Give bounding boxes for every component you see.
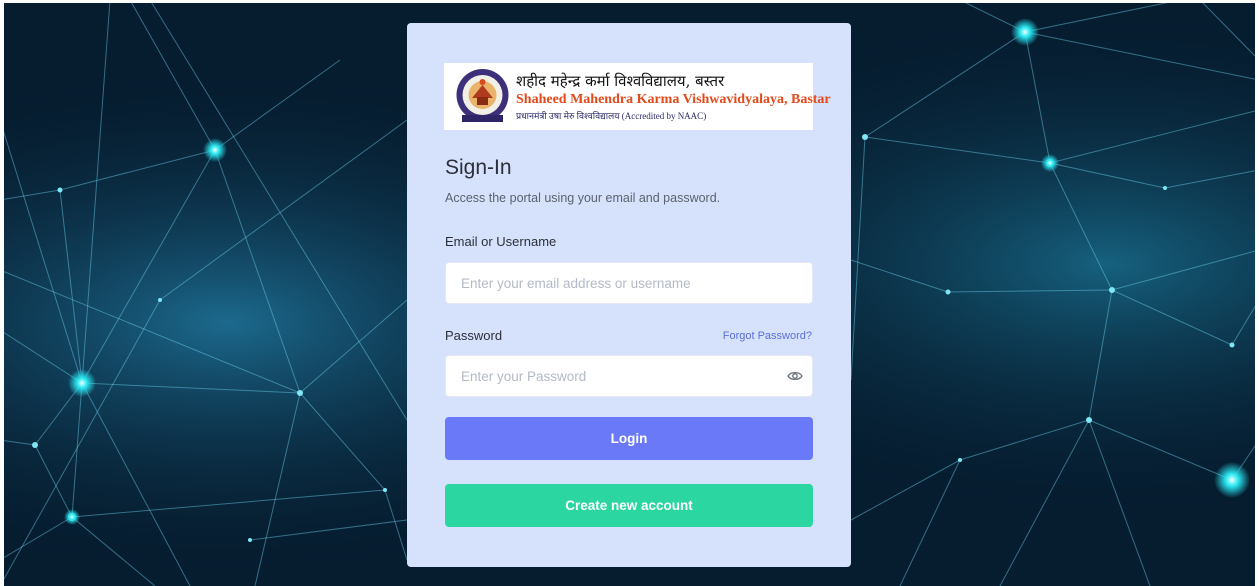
forgot-password-link[interactable]: Forgot Password?: [723, 330, 812, 342]
signin-card: शहीद महेन्द्र कर्मा विश्वविद्यालय, बस्तर…: [407, 23, 851, 567]
password-label: Password: [445, 328, 503, 343]
university-name-hindi: शहीद महेन्द्र कर्मा विश्वविद्यालय, बस्तर: [516, 72, 725, 90]
page-title: Sign-In: [445, 156, 512, 179]
login-button[interactable]: Login: [445, 417, 813, 460]
email-field[interactable]: [445, 262, 813, 304]
password-field[interactable]: [445, 355, 813, 397]
university-accreditation: प्रधानमंत्री उषा मेरु विश्वविद्यालय (Acc…: [516, 111, 707, 121]
email-label: Email or Username: [445, 234, 557, 249]
university-logo-banner: शहीद महेन्द्र कर्मा विश्वविद्यालय, बस्तर…: [444, 63, 831, 130]
login-page: शहीद महेन्द्र कर्मा विश्वविद्यालय, बस्तर…: [0, 0, 1259, 586]
eye-icon[interactable]: [787, 369, 803, 383]
create-account-button[interactable]: Create new account: [445, 484, 813, 527]
page-subtitle: Access the portal using your email and p…: [445, 191, 721, 205]
university-name-english: Shaheed Mahendra Karma Vishwavidyalaya, …: [516, 92, 831, 107]
university-emblem-icon: [456, 69, 509, 122]
